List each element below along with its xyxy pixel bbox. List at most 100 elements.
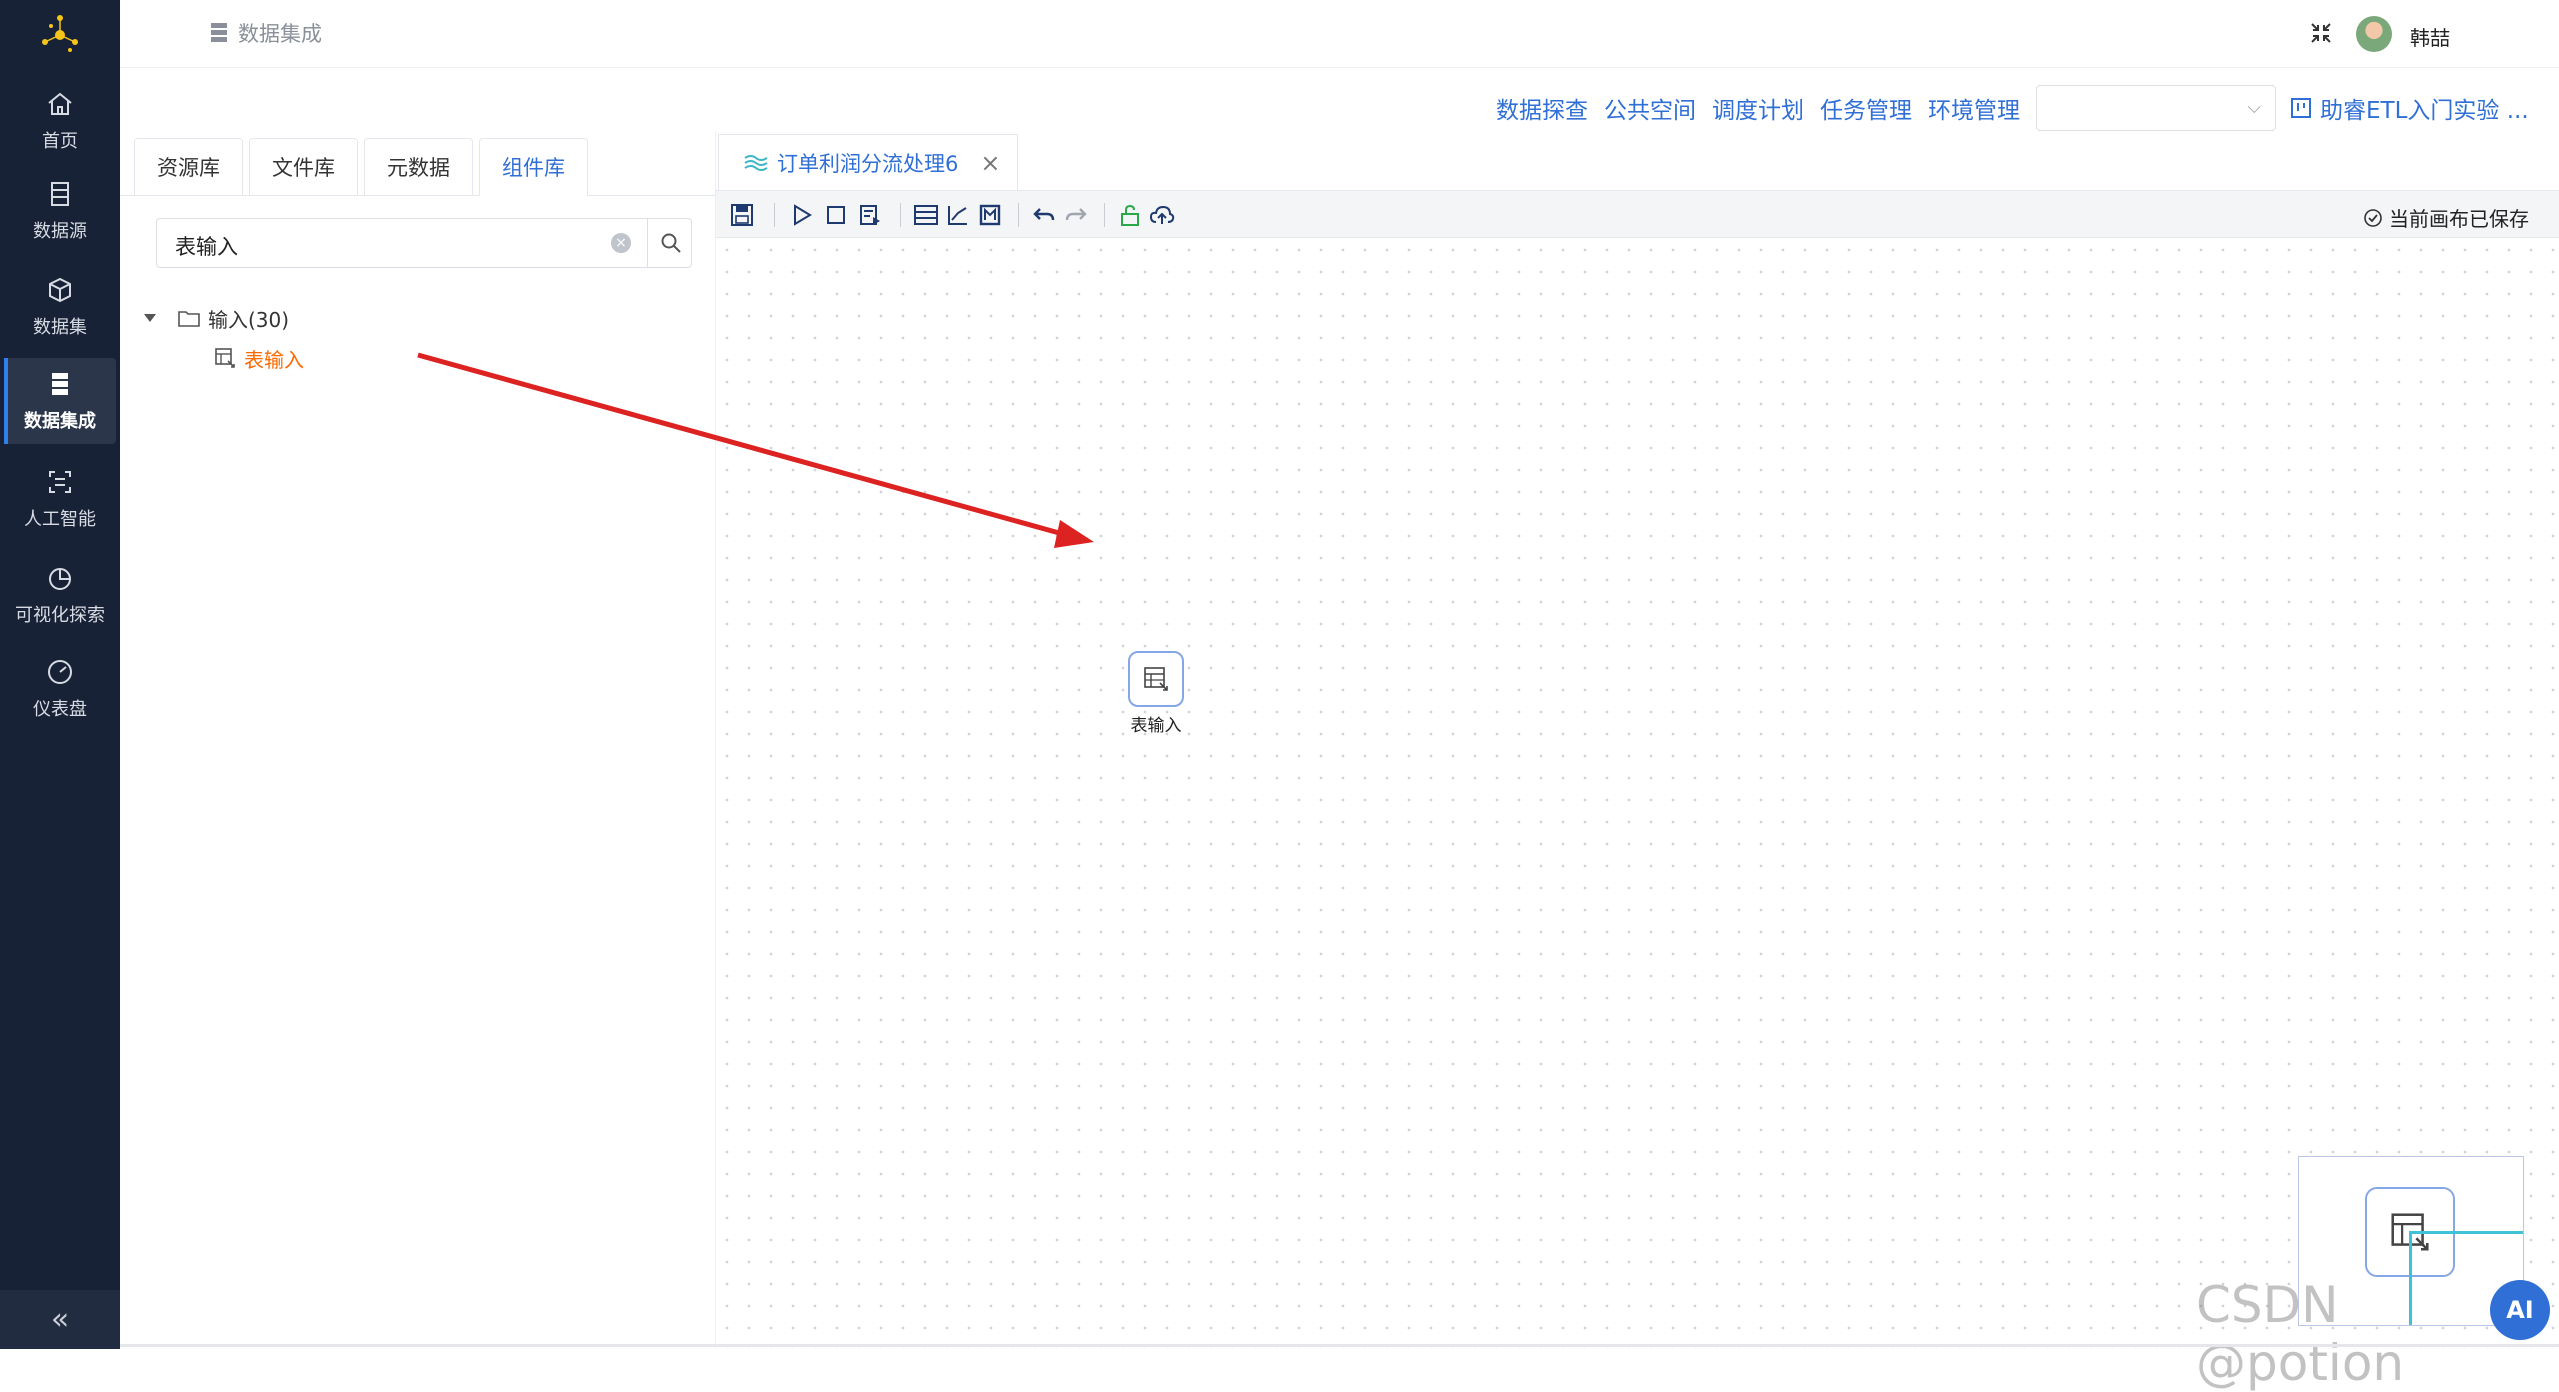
- table-view-button[interactable]: [912, 201, 940, 229]
- save-status-text: 当前画布已保存: [2389, 207, 2529, 231]
- tab-component-library[interactable]: 组件库: [479, 138, 588, 196]
- component-tree: 输入(30) 表输入: [144, 298, 304, 378]
- editor-area: 订单利润分流处理6 × 当前画布已保存 表输入: [716, 132, 2559, 1349]
- check-circle-icon: [2364, 208, 2382, 227]
- fullscreen-button[interactable]: [2306, 18, 2336, 48]
- cube-icon: [49, 277, 71, 303]
- chart-line-icon: [948, 206, 967, 225]
- double-chevron-left-icon: «: [50, 1302, 70, 1337]
- component-panel: 资源库 文件库 元数据 组件库 表输入 × 输入(30) 表输入: [120, 132, 716, 1349]
- nav-label: 数据集成: [24, 411, 96, 432]
- run-button[interactable]: [788, 201, 816, 229]
- nav-item-dashboard[interactable]: 仪表盘: [4, 646, 116, 732]
- logo-icon: [42, 15, 78, 52]
- tree-folder-label: 输入(30): [208, 307, 290, 332]
- canvas-node-table-input[interactable]: [1128, 651, 1184, 707]
- save-status: 当前画布已保存: [2363, 203, 2529, 232]
- redo-icon: [1065, 208, 1087, 221]
- minimap-viewport-edge: [2409, 1231, 2523, 1234]
- avatar[interactable]: [2356, 16, 2392, 52]
- nav-item-dataset[interactable]: 数据集: [4, 264, 116, 350]
- stop-icon: [827, 206, 845, 224]
- scan-icon: [49, 471, 71, 493]
- project-link[interactable]: 助睿ETL入门实验 ...: [2290, 91, 2529, 125]
- panel-tabs: 资源库 文件库 元数据 组件库: [134, 138, 594, 196]
- cloud-upload-icon: [1149, 205, 1175, 224]
- nav-label: 数据源: [33, 221, 87, 242]
- tree-folder-input[interactable]: 输入(30): [144, 298, 304, 338]
- nav-label: 数据集: [33, 317, 87, 338]
- menu-link-public-space[interactable]: 公共空间: [1604, 91, 1696, 125]
- nav-item-data-integration[interactable]: 数据集成: [4, 358, 116, 444]
- user-name[interactable]: 韩喆: [2410, 22, 2450, 51]
- nav-label: 仪表盘: [33, 699, 87, 720]
- nav-item-home[interactable]: 首页: [4, 78, 116, 164]
- pie-icon: [49, 568, 71, 590]
- save-button[interactable]: [728, 201, 756, 229]
- tree-item-table-input[interactable]: 表输入: [214, 338, 304, 378]
- search-button[interactable]: [647, 219, 693, 267]
- server-icon: [52, 373, 68, 395]
- nav-item-datasource[interactable]: 数据源: [4, 168, 116, 254]
- breadcrumb: 数据集成: [210, 18, 322, 48]
- folder-icon: [178, 311, 200, 327]
- table-input-icon: [215, 348, 235, 368]
- side-nav: 首页 数据源 数据集 数据集成 人工智能 可视化探索 仪表盘 «: [0, 0, 120, 1349]
- save-icon: [731, 204, 753, 226]
- tab-title: 订单利润分流处理6: [777, 151, 959, 176]
- environment-select[interactable]: ⌵: [2036, 85, 2276, 131]
- chevron-down-icon: ⌵: [2247, 97, 2261, 118]
- menu-link-schedule[interactable]: 调度计划: [1712, 91, 1804, 125]
- monitor-button[interactable]: [976, 201, 1004, 229]
- preview-run-icon: [860, 205, 880, 225]
- tab-metadata[interactable]: 元数据: [364, 138, 473, 196]
- tree-item-label: 表输入: [244, 347, 304, 372]
- ai-assistant-button[interactable]: AI: [2490, 1280, 2550, 1340]
- undo-button[interactable]: [1030, 201, 1058, 229]
- preview-button[interactable]: [856, 201, 884, 229]
- tab-file-library[interactable]: 文件库: [249, 138, 358, 196]
- gauge-icon: [48, 660, 72, 684]
- database-icon: [51, 182, 69, 206]
- app-logo[interactable]: [0, 0, 120, 70]
- stop-button[interactable]: [822, 201, 850, 229]
- search-value: 表输入: [175, 235, 238, 259]
- server-icon: [211, 23, 227, 42]
- unlock-icon: [1121, 204, 1139, 226]
- search-icon: [661, 233, 681, 253]
- nav-collapse-button[interactable]: «: [0, 1290, 120, 1349]
- top-menu: 数据探查 公共空间 调度计划 任务管理 环境管理 ⌵ 助睿ETL入门实验 ...: [1496, 84, 2529, 132]
- monitor-icon: [979, 204, 1001, 226]
- project-name: 助睿ETL入门实验 ...: [2320, 98, 2529, 124]
- tab-transform-file[interactable]: 订单利润分流处理6 ×: [718, 134, 1018, 190]
- clear-icon[interactable]: ×: [611, 233, 631, 253]
- collapse-screen-icon: [2311, 23, 2331, 43]
- nav-label: 可视化探索: [15, 605, 105, 626]
- undo-icon: [1033, 208, 1055, 221]
- menu-link-environment[interactable]: 环境管理: [1928, 91, 2020, 125]
- nav-item-ai[interactable]: 人工智能: [4, 456, 116, 542]
- redo-button[interactable]: [1062, 201, 1090, 229]
- play-icon: [794, 204, 812, 226]
- home-icon: [48, 92, 72, 115]
- publish-button[interactable]: [1148, 201, 1176, 229]
- tab-resource-library[interactable]: 资源库: [134, 138, 243, 196]
- menu-link-tasks[interactable]: 任务管理: [1820, 91, 1912, 125]
- bottom-border: [120, 1344, 2559, 1347]
- nav-item-visual-explore[interactable]: 可视化探索: [4, 552, 116, 638]
- canvas-toolbar: 当前画布已保存: [716, 190, 2559, 238]
- header: 数据集成 韩喆: [120, 0, 2559, 68]
- close-icon[interactable]: ×: [980, 149, 1000, 177]
- design-canvas[interactable]: 表输入: [716, 239, 2559, 1349]
- menu-link-data-explore[interactable]: 数据探查: [1496, 91, 1588, 125]
- component-search-input[interactable]: 表输入 ×: [156, 218, 692, 268]
- grid-icon: [914, 205, 938, 225]
- nav-label: 首页: [42, 131, 78, 152]
- caret-down-icon[interactable]: [144, 314, 156, 322]
- lock-button[interactable]: [1116, 201, 1144, 229]
- table-input-icon: [1144, 667, 1168, 691]
- transform-icon: [744, 154, 768, 171]
- canvas-node-label: 表输入: [1130, 716, 1182, 736]
- metrics-button[interactable]: [944, 201, 972, 229]
- nav-label: 人工智能: [24, 509, 96, 530]
